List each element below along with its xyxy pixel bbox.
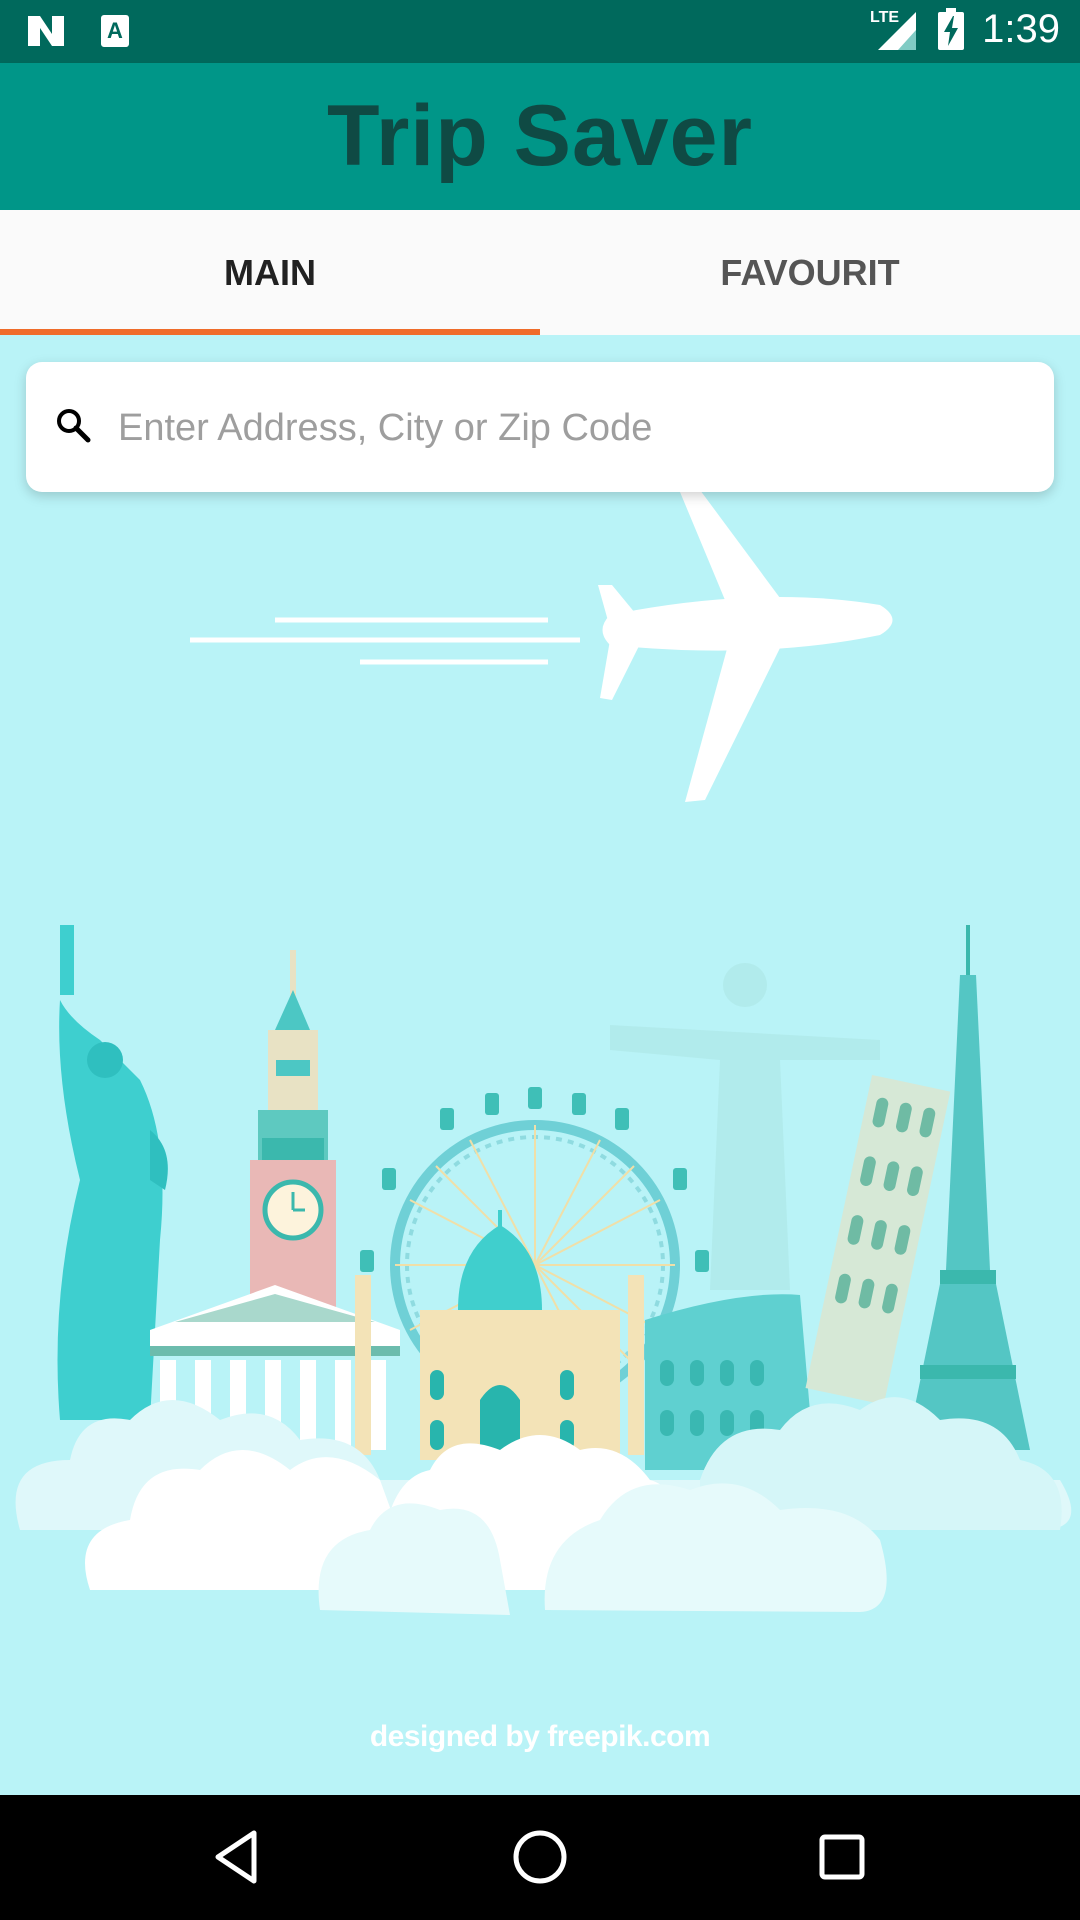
- signal-icon: LTE: [870, 9, 917, 50]
- tab-main[interactable]: MAIN: [0, 210, 540, 335]
- system-nav-bar: [0, 1795, 1080, 1920]
- app-bar: Trip Saver: [0, 63, 1080, 210]
- tab-bar: MAIN FAVOURIT: [0, 210, 1080, 335]
- tab-favourit[interactable]: FAVOURIT: [540, 210, 1080, 335]
- back-icon[interactable]: [206, 1825, 270, 1889]
- recents-icon[interactable]: [810, 1825, 874, 1889]
- network-label: LTE: [870, 9, 899, 26]
- search-card: [26, 362, 1054, 492]
- airplane-icon: [190, 490, 893, 802]
- home-icon[interactable]: [508, 1825, 572, 1889]
- status-bar: A LTE 1:39: [0, 0, 1080, 63]
- freepik-credit: designed by freepik.com: [369, 1720, 711, 1753]
- app-title: Trip Saver: [327, 88, 753, 184]
- n-logo-icon: [28, 16, 64, 46]
- tab-favourit-label: FAVOURIT: [720, 251, 900, 293]
- search-input[interactable]: [116, 392, 1020, 464]
- a-app-icon: A: [101, 15, 129, 47]
- travel-landmarks-illustration: [15, 490, 1072, 1615]
- search-icon: [57, 409, 91, 443]
- status-time: 1:39: [982, 6, 1060, 51]
- battery-charging-icon: [938, 8, 965, 50]
- big-ben: [250, 950, 336, 1330]
- tab-main-label: MAIN: [224, 251, 316, 293]
- svg-text:A: A: [107, 18, 123, 43]
